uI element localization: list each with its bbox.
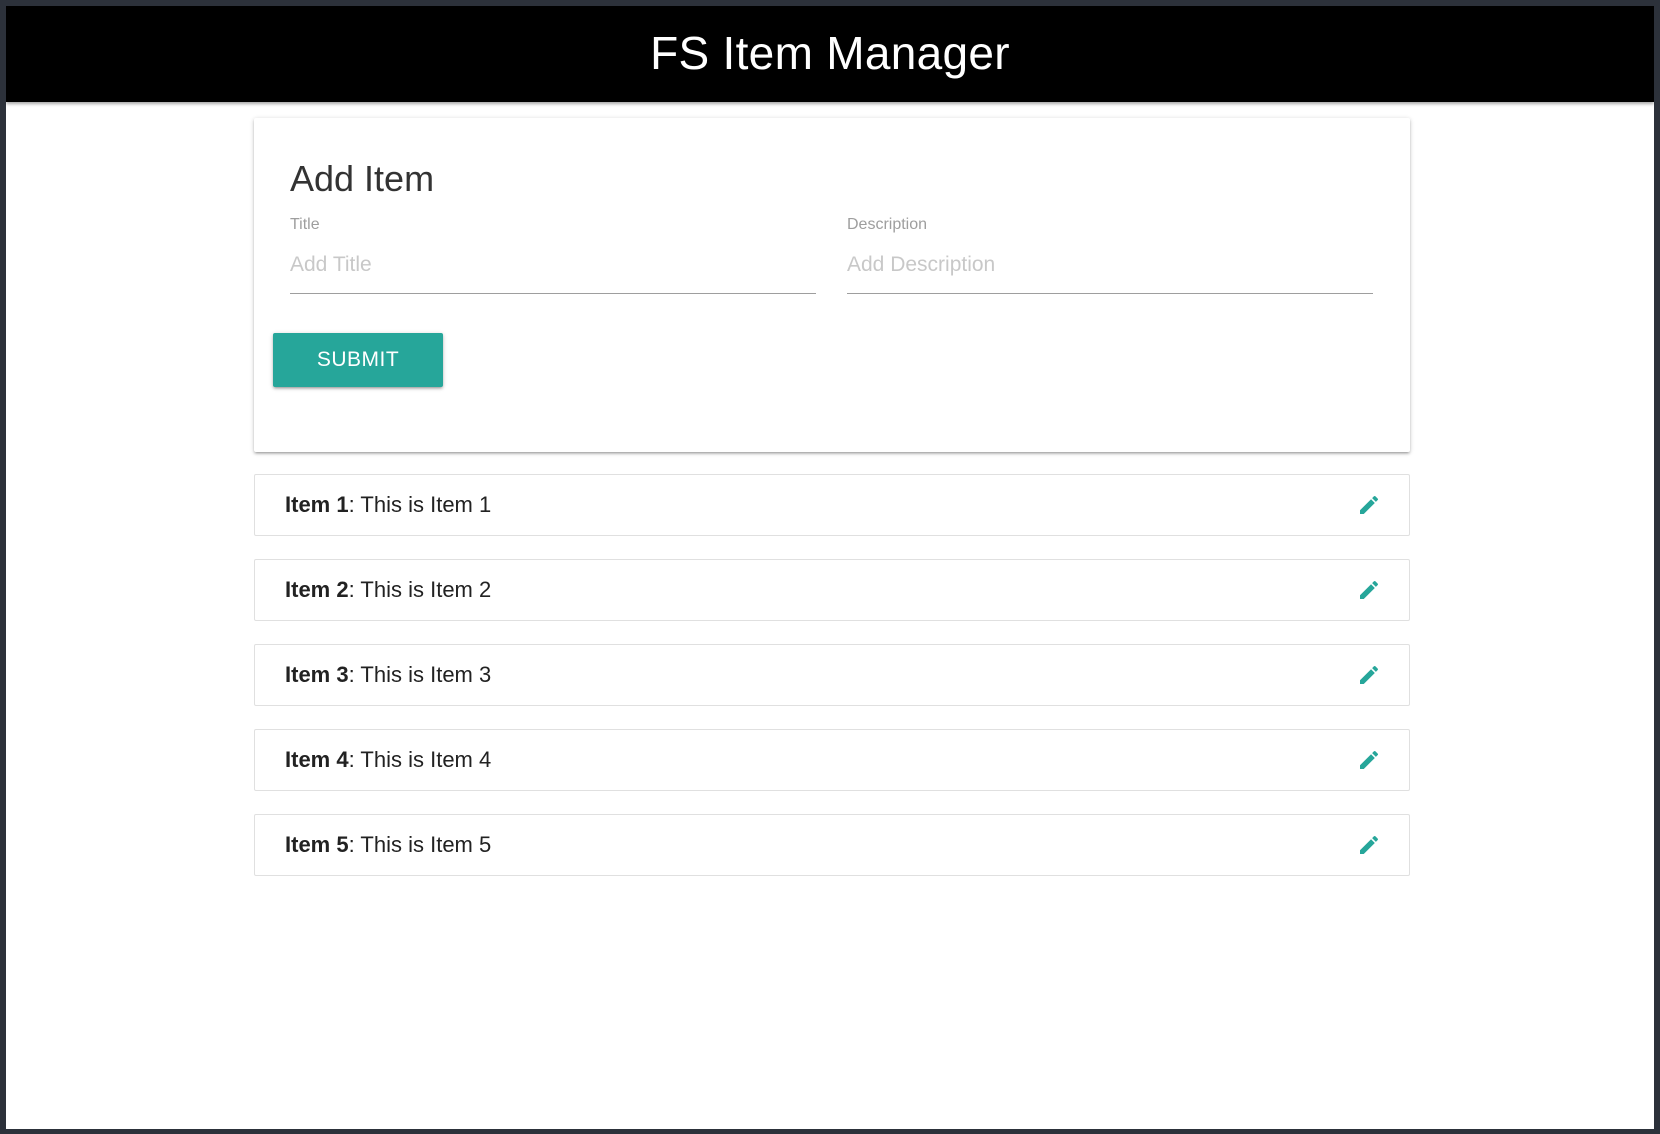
navbar: FS Item Manager — [6, 6, 1654, 102]
app-window: FS Item Manager Add Item Title Descripti… — [6, 6, 1654, 1129]
item-description: This is Item 2 — [360, 577, 492, 602]
item-text: Item 2: This is Item 2 — [285, 577, 491, 603]
title-label: Title — [290, 216, 320, 233]
list-item: Item 3: This is Item 3 — [254, 644, 1410, 706]
title-field-group: Title — [290, 216, 816, 294]
item-separator: : — [348, 747, 361, 772]
item-text: Item 4: This is Item 4 — [285, 747, 491, 773]
pencil-icon[interactable] — [1357, 493, 1381, 517]
item-title: Item 3 — [285, 662, 349, 687]
list-item: Item 4: This is Item 4 — [254, 729, 1410, 791]
item-title: Item 5 — [285, 832, 349, 857]
add-item-heading: Add Item — [290, 158, 435, 199]
item-description: This is Item 4 — [360, 747, 492, 772]
item-separator: : — [348, 492, 361, 517]
pencil-icon[interactable] — [1357, 578, 1381, 602]
list-item: Item 1: This is Item 1 — [254, 474, 1410, 536]
pencil-icon[interactable] — [1357, 663, 1381, 687]
pencil-icon[interactable] — [1357, 748, 1381, 772]
description-field-group: Description — [847, 216, 1373, 294]
item-title: Item 1 — [285, 492, 349, 517]
item-text: Item 5: This is Item 5 — [285, 832, 491, 858]
item-list: Item 1: This is Item 1 Item 2: This is I… — [254, 474, 1410, 876]
item-title: Item 4 — [285, 747, 349, 772]
list-item: Item 5: This is Item 5 — [254, 814, 1410, 876]
submit-button[interactable]: SUBMIT — [273, 333, 443, 387]
item-description: This is Item 3 — [360, 662, 492, 687]
main-container: Add Item Title Description SUBMIT Item 1… — [254, 118, 1410, 899]
item-text: Item 3: This is Item 3 — [285, 662, 491, 688]
title-input[interactable] — [290, 243, 816, 294]
pencil-icon[interactable] — [1357, 833, 1381, 857]
list-item: Item 2: This is Item 2 — [254, 559, 1410, 621]
item-description: This is Item 5 — [360, 832, 492, 857]
item-description: This is Item 1 — [360, 492, 492, 517]
app-title: FS Item Manager — [650, 27, 1010, 79]
description-label: Description — [847, 216, 928, 233]
item-separator: : — [348, 832, 361, 857]
item-separator: : — [348, 577, 361, 602]
description-input[interactable] — [847, 243, 1373, 294]
add-item-card: Add Item Title Description SUBMIT — [254, 118, 1410, 452]
item-title: Item 2 — [285, 577, 349, 602]
item-separator: : — [348, 662, 361, 687]
item-text: Item 1: This is Item 1 — [285, 492, 491, 518]
